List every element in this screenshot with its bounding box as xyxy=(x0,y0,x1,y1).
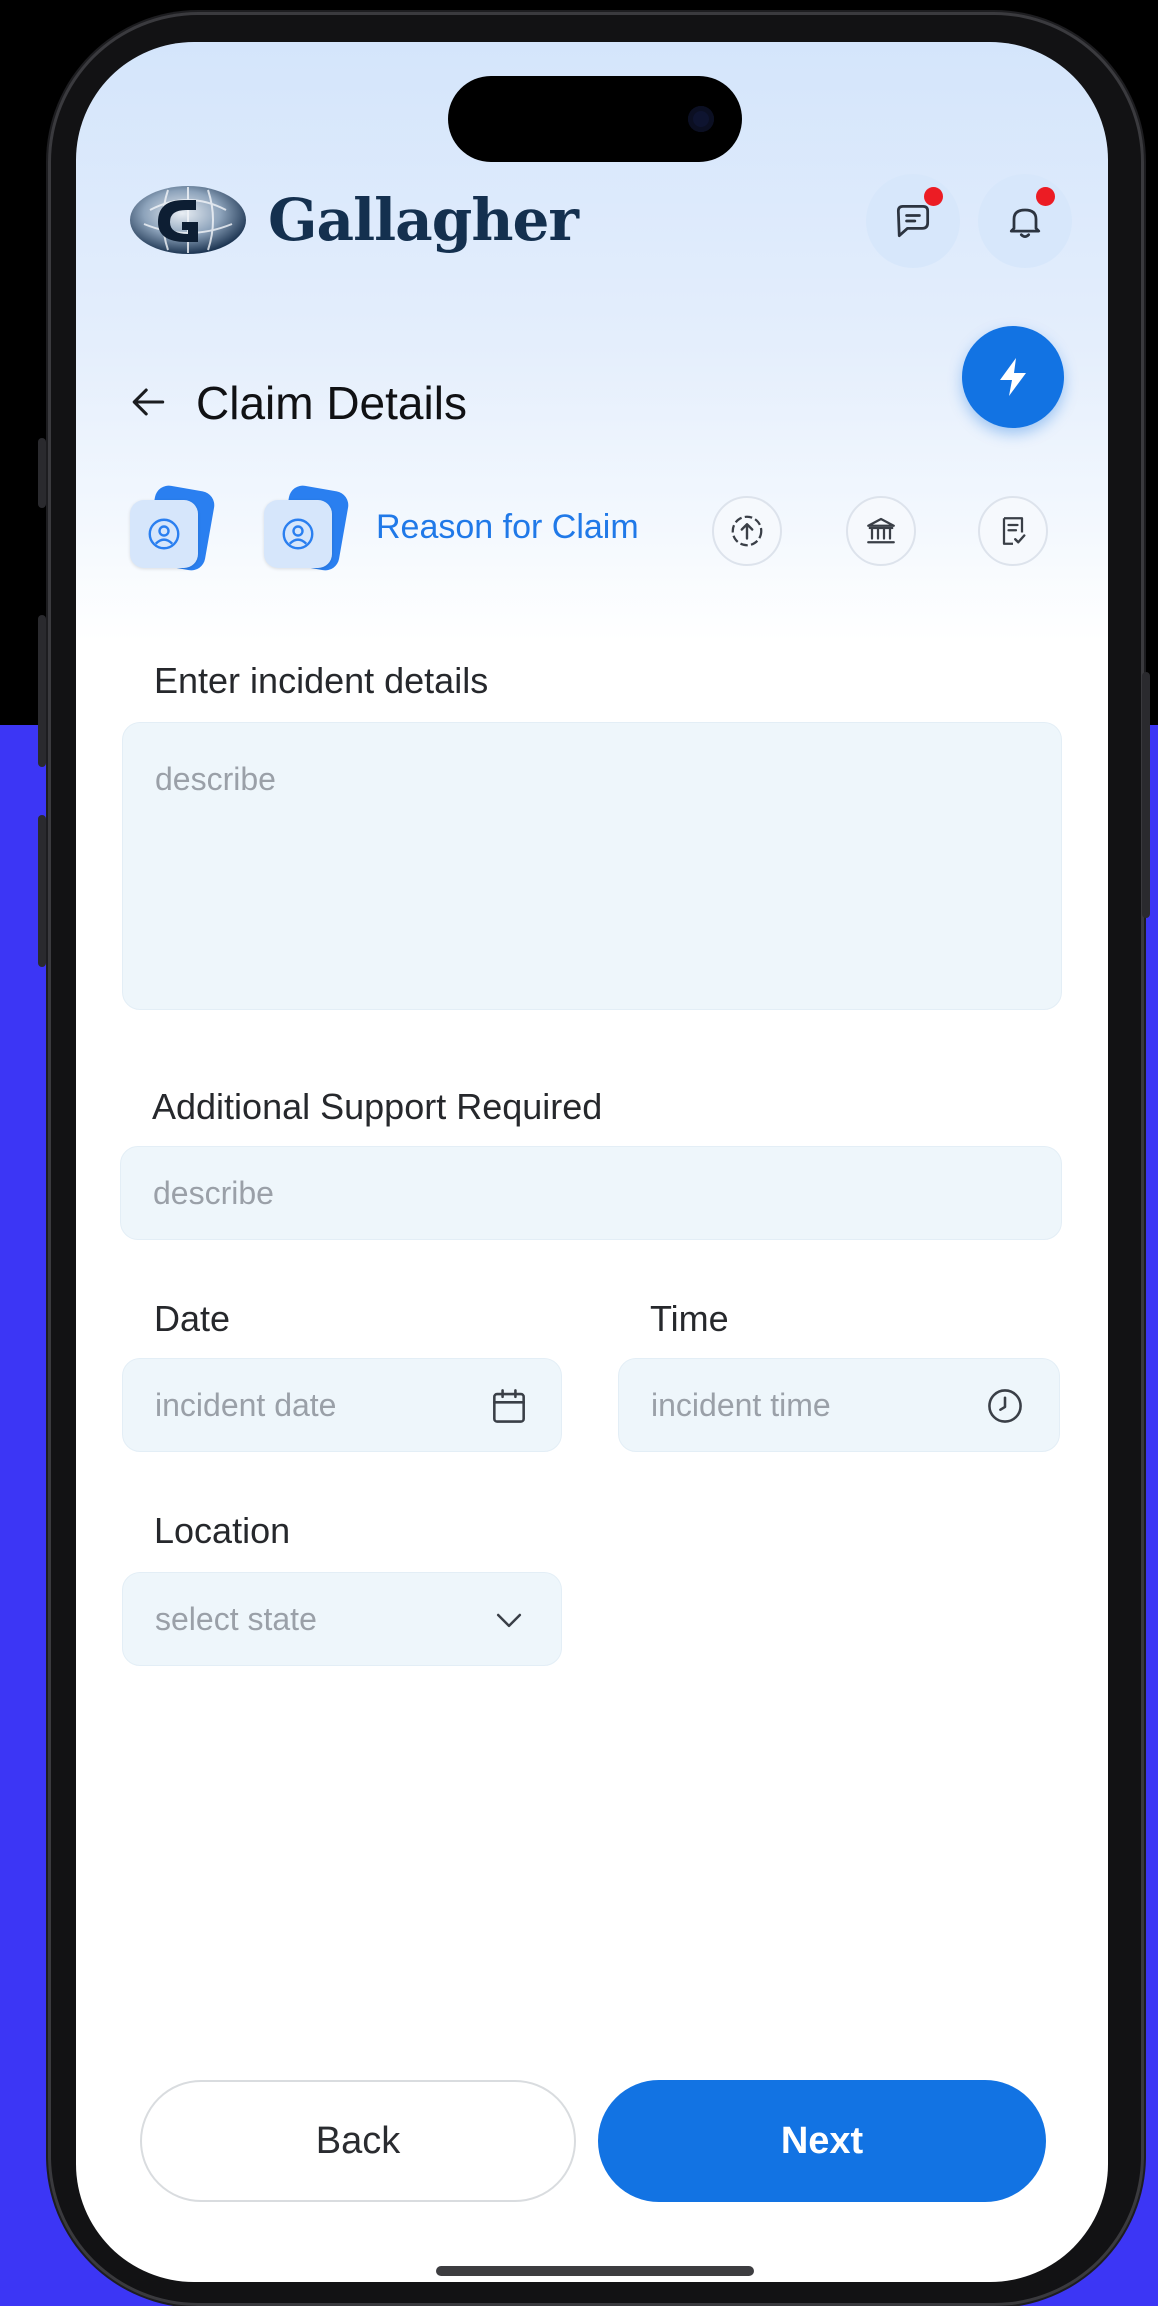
gallagher-globe-logo-icon xyxy=(130,186,246,254)
back-button[interactable]: Back xyxy=(140,2080,576,2202)
state-select[interactable]: select state xyxy=(122,1572,562,1666)
state-select-placeholder: select state xyxy=(155,1601,317,1637)
user-icon xyxy=(148,518,180,550)
messages-button[interactable] xyxy=(866,174,960,268)
date-label: Date xyxy=(154,1298,231,1339)
step-2-current[interactable] xyxy=(264,483,351,573)
volume-up-button xyxy=(38,615,46,767)
chat-icon xyxy=(896,204,930,238)
app-screen: Gallagher Claim Details Reason for Claim… xyxy=(76,42,1108,2282)
incident-details-placeholder: describe xyxy=(155,761,276,797)
page-title: Claim Details xyxy=(196,377,467,429)
current-step-label: Reason for Claim xyxy=(376,508,639,546)
chevron-down-icon[interactable] xyxy=(489,1600,529,1640)
additional-support-input[interactable]: describe xyxy=(120,1146,1062,1240)
home-indicator xyxy=(436,2266,754,2276)
additional-support-label: Additional Support Required xyxy=(152,1086,603,1127)
location-label: Location xyxy=(154,1510,291,1551)
incident-date-input[interactable]: incident date xyxy=(122,1358,562,1452)
step-4-bank[interactable] xyxy=(846,496,916,566)
dynamic-island xyxy=(448,76,742,162)
next-button[interactable]: Next xyxy=(598,2080,1046,2202)
incident-details-textarea[interactable]: describe xyxy=(122,722,1062,1010)
notifications-button[interactable] xyxy=(978,174,1072,268)
volume-down-button xyxy=(38,815,46,967)
incident-details-label: Enter incident details xyxy=(154,660,489,701)
brand-name: Gallagher xyxy=(268,186,579,254)
lightning-bolt-icon xyxy=(1000,358,1026,396)
calendar-icon[interactable] xyxy=(487,1384,531,1428)
clock-icon[interactable] xyxy=(983,1384,1027,1428)
time-label: Time xyxy=(650,1298,729,1339)
messages-badge xyxy=(924,187,943,206)
user-icon xyxy=(282,518,314,550)
step-5-review[interactable] xyxy=(978,496,1048,566)
checklist-icon xyxy=(1002,517,1026,545)
bell-icon xyxy=(1009,208,1041,238)
silent-switch xyxy=(38,438,46,508)
step-3-upload[interactable] xyxy=(712,496,782,566)
arrow-left-icon[interactable] xyxy=(126,380,170,424)
upload-icon xyxy=(731,515,763,547)
additional-support-placeholder: describe xyxy=(153,1175,274,1211)
incident-time-input[interactable]: incident time xyxy=(618,1358,1060,1452)
step-1-completed[interactable] xyxy=(130,483,217,573)
incident-date-placeholder: incident date xyxy=(155,1387,337,1423)
quick-action-button[interactable] xyxy=(962,326,1064,428)
bank-icon xyxy=(867,517,895,544)
notifications-badge xyxy=(1036,187,1055,206)
incident-time-placeholder: incident time xyxy=(651,1387,831,1423)
power-button xyxy=(1142,672,1150,918)
